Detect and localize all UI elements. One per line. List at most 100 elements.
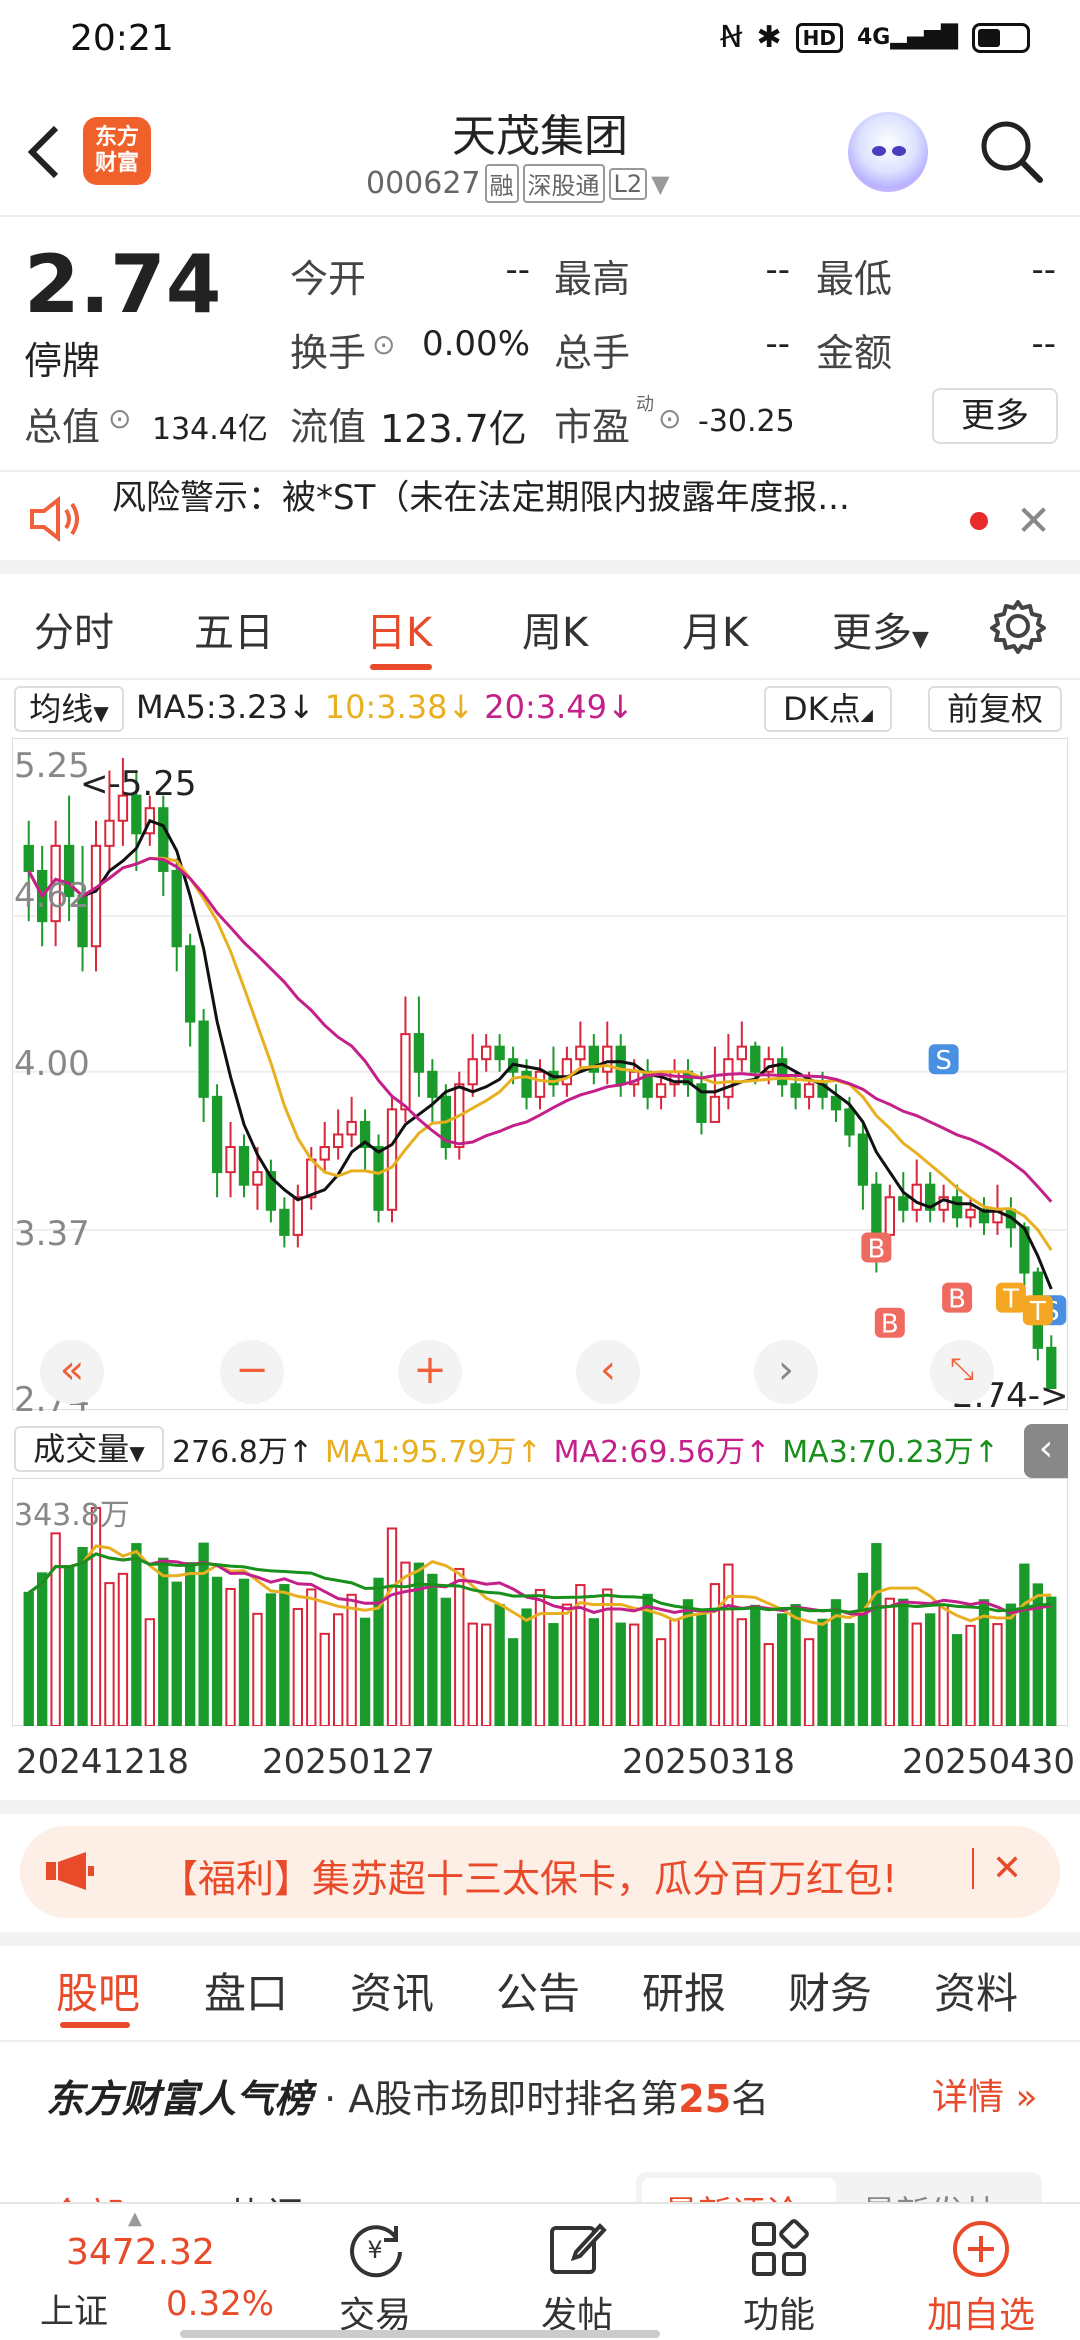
index-value[interactable]: 3472.32 <box>66 2232 215 2273</box>
speaker-icon <box>30 496 79 542</box>
y-label-4: 3.37 <box>14 1214 90 1254</box>
volume-bar <box>750 1604 761 1726</box>
candle <box>211 1095 223 1174</box>
volume-bar <box>803 1638 815 1726</box>
volume-label: 总手 <box>554 331 631 375</box>
tab-more[interactable]: 更多▼ <box>832 600 929 658</box>
high-label: 最高 <box>554 257 631 301</box>
candle <box>884 1196 895 1236</box>
volume-chart[interactable] <box>12 1478 1068 1726</box>
close-icon[interactable]: ✕ <box>1016 496 1051 545</box>
add-watchlist-icon[interactable] <box>950 2218 1012 2280</box>
gear-icon[interactable] <box>990 598 1046 654</box>
info-icon[interactable]: ⊙ <box>108 402 131 435</box>
sort-toggle[interactable]: 最新评论 最新发帖 <box>636 2172 1042 2202</box>
filter-all[interactable]: 全部 <box>48 2186 124 2202</box>
volume-bar <box>238 1578 250 1726</box>
x-label-1: 20241218 <box>16 1742 190 1782</box>
kline-chart[interactable]: BBBSSTT <box>12 738 1068 1410</box>
volume-bar <box>898 1598 909 1726</box>
filter-hot[interactable]: 热门 <box>228 2186 304 2202</box>
candle <box>252 1171 263 1186</box>
buy-signal-label: B <box>867 1234 885 1264</box>
volume-bar <box>871 1543 882 1726</box>
amount-value: -- <box>1031 324 1056 364</box>
candle <box>803 1083 815 1098</box>
volume-bar <box>629 1623 640 1726</box>
candle <box>400 1033 411 1111</box>
section-divider <box>0 1800 1080 1814</box>
tab-monthly-k[interactable]: 月K <box>682 600 748 658</box>
tab-intraday[interactable]: 分时 <box>34 600 114 658</box>
volume-bar <box>615 1622 626 1726</box>
tab-announcements[interactable]: 公告 <box>496 1960 580 2021</box>
volume-bar <box>548 1623 559 1726</box>
volume-bar <box>709 1583 721 1726</box>
y-label-2: 4.62 <box>14 876 90 916</box>
tab-research[interactable]: 研报 <box>642 1960 726 2021</box>
volume-mode-select[interactable]: 成交量▼ <box>14 1426 164 1472</box>
volume-bar <box>63 1566 75 1726</box>
close-icon[interactable]: ✕ <box>972 1848 1022 1889</box>
volume-bar <box>467 1622 478 1726</box>
scroll-fast-left-icon[interactable]: « <box>40 1340 104 1404</box>
promo-text: 【福利】集苏超十三太保卡，瓜分百万红包! <box>160 1857 898 1901</box>
last-price: 2.74 <box>24 238 222 331</box>
scroll-right-icon[interactable]: › <box>754 1340 818 1404</box>
zoom-out-icon[interactable]: − <box>220 1340 284 1404</box>
candle <box>534 1070 546 1098</box>
tab-five-day[interactable]: 五日 <box>194 600 274 658</box>
stock-code-row[interactable]: 000627 融 深股通 L2 ▼ <box>366 164 670 203</box>
candle <box>615 1045 626 1086</box>
home-indicator <box>180 2330 660 2338</box>
volume-bar <box>507 1638 519 1726</box>
search-icon[interactable] <box>976 116 1046 186</box>
adjust-mode-button[interactable]: 前复权 <box>928 686 1062 732</box>
zoom-in-icon[interactable]: + <box>398 1340 462 1404</box>
volume-bar <box>252 1612 263 1726</box>
fullscreen-icon[interactable]: ⤡ <box>930 1340 994 1404</box>
tab-daily-k[interactable]: 日K <box>366 600 432 658</box>
trade-icon[interactable]: ¥ <box>344 2218 406 2280</box>
volume-bar <box>346 1593 357 1726</box>
volume-bar <box>911 1622 922 1726</box>
t-signal-label: T <box>1029 1297 1046 1327</box>
volume-bar <box>306 1588 317 1726</box>
sort-latest-post[interactable]: 最新发帖 <box>862 2186 998 2202</box>
tab-profile[interactable]: 资料 <box>934 1960 1018 2021</box>
dk-point-button[interactable]: DK点◢ <box>764 686 892 732</box>
max-price-tag: <-5.25 <box>80 764 197 804</box>
add-watchlist-label[interactable]: 加自选 <box>901 2286 1061 2338</box>
candle <box>23 844 34 872</box>
rank-detail-link[interactable]: 详情 » <box>932 2068 1037 2120</box>
candle <box>185 945 196 1023</box>
function-grid-icon[interactable] <box>748 2218 810 2280</box>
indicator-mode-select[interactable]: 均线▼ <box>14 686 124 732</box>
volume-bar <box>90 1507 102 1726</box>
caret-up-icon: ▲ <box>128 2208 142 2229</box>
sort-latest-comment[interactable]: 最新评论 <box>664 2186 800 2202</box>
tab-weekly-k[interactable]: 周K <box>522 600 588 658</box>
volume-bar <box>265 1593 277 1726</box>
volume-bar <box>1005 1603 1017 1726</box>
volume-bar <box>1019 1563 1030 1726</box>
status-icons: Ꞥ ✱ HD 4G▂▄▆█ <box>720 20 1030 55</box>
more-quote-button[interactable]: 更多 <box>932 388 1058 444</box>
scroll-left-icon[interactable]: ‹ <box>576 1340 640 1404</box>
ma20-value: 20:3.49↓ <box>484 688 634 726</box>
unread-dot <box>970 512 988 530</box>
info-icon[interactable]: ⊙ <box>658 402 681 435</box>
tab-news[interactable]: 资讯 <box>350 1960 434 2021</box>
function-label[interactable]: 功能 <box>699 2286 859 2338</box>
collapse-panel-icon[interactable]: ‹ <box>1024 1424 1068 1478</box>
volume-bar <box>131 1543 142 1726</box>
tab-finance[interactable]: 财务 <box>788 1960 872 2021</box>
volume-bar <box>77 1546 88 1726</box>
turnover-label: 换手 <box>290 331 367 375</box>
assistant-robot-icon[interactable] <box>848 112 928 192</box>
info-icon[interactable]: ⊙ <box>372 328 395 361</box>
tab-order-book[interactable]: 盘口 <box>204 1960 288 2021</box>
ma-legend: MA5:3.23↓ 10:3.38↓ 20:3.49↓ <box>136 682 634 732</box>
post-icon[interactable] <box>546 2218 608 2280</box>
tab-forum[interactable]: 股吧 <box>56 1960 140 2021</box>
